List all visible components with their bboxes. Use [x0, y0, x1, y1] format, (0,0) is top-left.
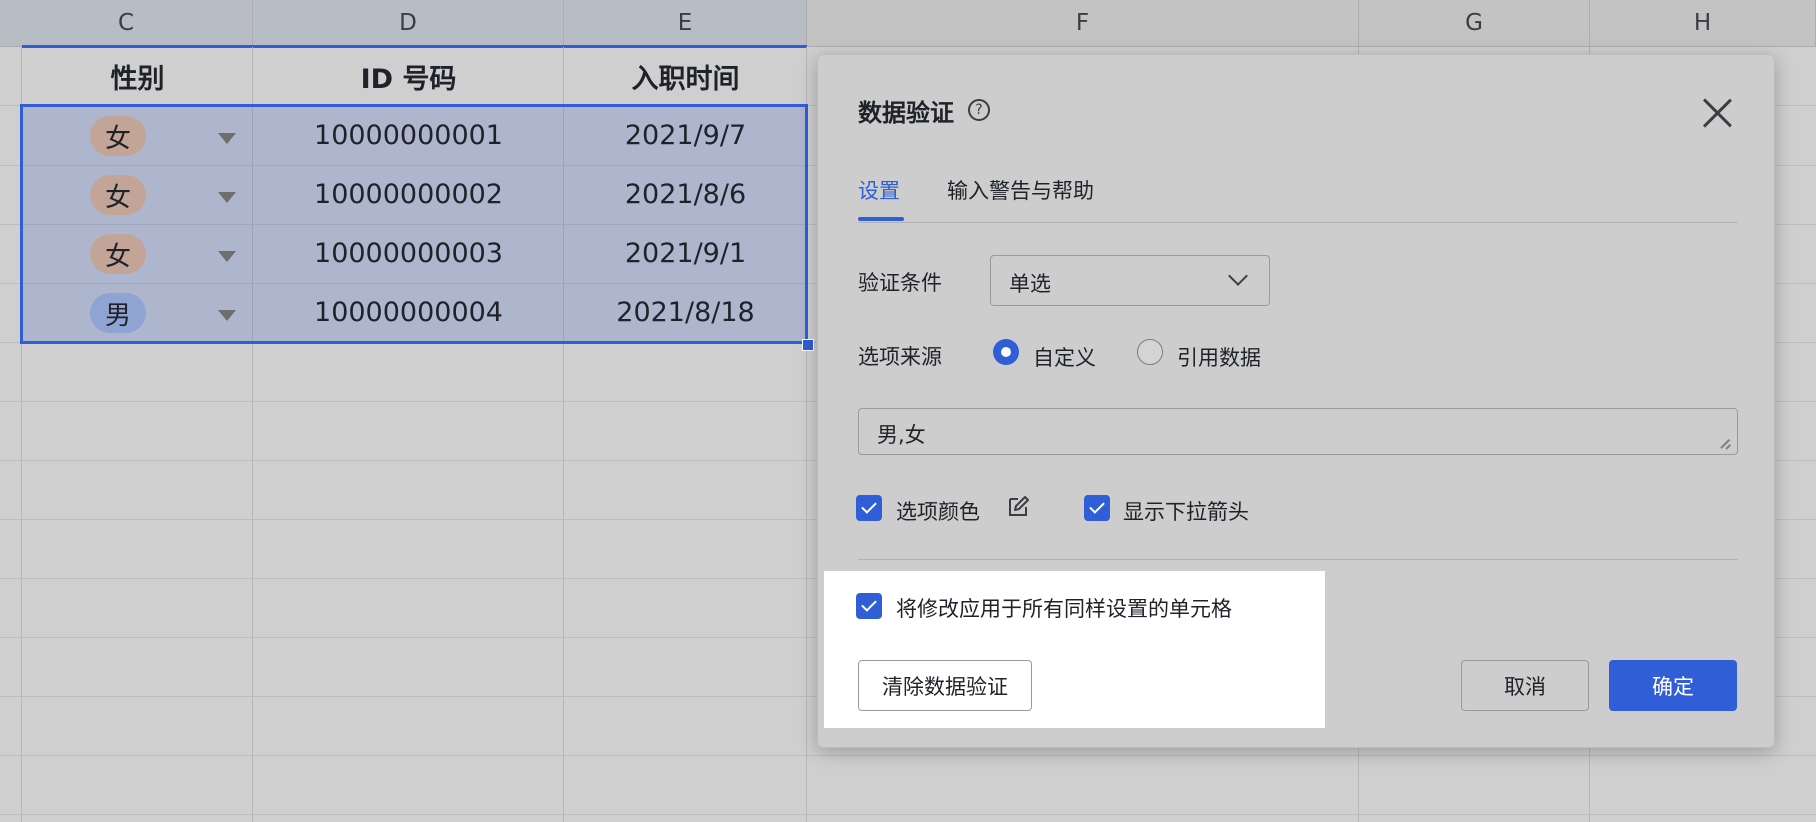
- option-color-label[interactable]: 选项颜色: [896, 496, 980, 526]
- column-header-g[interactable]: G: [1359, 0, 1590, 47]
- clear-validation-button[interactable]: 清除数据验证: [858, 660, 1032, 711]
- dropdown-arrow-icon[interactable]: [218, 192, 236, 203]
- tab-settings[interactable]: 设置: [858, 175, 900, 205]
- dialog-title: 数据验证: [858, 99, 954, 127]
- chevron-down-icon: [1228, 266, 1248, 286]
- header-cell-date[interactable]: 入职时间: [564, 48, 807, 105]
- condition-label: 验证条件: [858, 271, 942, 295]
- divider: [858, 559, 1738, 560]
- divider: [858, 222, 1738, 223]
- confirm-button[interactable]: 确定: [1609, 660, 1737, 711]
- option-tag-female[interactable]: 女: [90, 116, 146, 156]
- option-tag-female[interactable]: 女: [90, 175, 146, 215]
- tab-input-warning-help[interactable]: 输入警告与帮助: [947, 175, 1094, 205]
- table-cell-id[interactable]: 10000000004: [253, 283, 564, 342]
- column-letter: C: [117, 10, 135, 36]
- options-input[interactable]: 男,女: [858, 408, 1738, 455]
- condition-select[interactable]: 单选: [990, 255, 1270, 306]
- column-letter: E: [677, 10, 693, 36]
- close-icon[interactable]: [1701, 97, 1733, 129]
- gridline: [0, 814, 1816, 815]
- active-tab-indicator: [858, 217, 904, 221]
- table-cell-date[interactable]: 2021/9/1: [564, 224, 807, 283]
- condition-select-value: 单选: [1009, 272, 1051, 296]
- table-cell-date[interactable]: 2021/8/18: [564, 283, 807, 342]
- table-cell-id[interactable]: 10000000003: [253, 224, 564, 283]
- cancel-button[interactable]: 取消: [1461, 660, 1589, 711]
- radio-custom-label[interactable]: 自定义: [1033, 342, 1096, 372]
- column-header-h[interactable]: H: [1590, 0, 1816, 47]
- option-tag-male[interactable]: 男: [90, 293, 146, 333]
- options-input-value: 男,女: [877, 423, 926, 447]
- dropdown-arrow-icon[interactable]: [218, 251, 236, 262]
- column-letter: D: [399, 10, 417, 36]
- resize-grip-icon[interactable]: [1721, 438, 1731, 448]
- show-arrow-checkbox[interactable]: [1084, 495, 1110, 521]
- show-arrow-label[interactable]: 显示下拉箭头: [1123, 496, 1249, 526]
- apply-all-label[interactable]: 将修改应用于所有同样设置的单元格: [896, 593, 1232, 623]
- column-header-d[interactable]: D: [253, 0, 564, 47]
- apply-all-checkbox[interactable]: [856, 593, 882, 619]
- header-cell-gender[interactable]: 性别: [22, 48, 253, 105]
- table-cell-date[interactable]: 2021/8/6: [564, 165, 807, 224]
- table-cell-date[interactable]: 2021/9/7: [564, 106, 807, 165]
- column-header-f[interactable]: F: [807, 0, 1359, 47]
- radio-reference-data[interactable]: [1137, 339, 1163, 365]
- gridline: [0, 755, 1816, 756]
- option-color-checkbox[interactable]: [856, 495, 882, 521]
- source-label: 选项来源: [858, 345, 942, 369]
- dropdown-arrow-icon[interactable]: [218, 133, 236, 144]
- table-cell-id[interactable]: 10000000002: [253, 165, 564, 224]
- option-tag-female[interactable]: 女: [90, 234, 146, 274]
- data-validation-dialog: 数据验证 ? 设置 输入警告与帮助 验证条件 单选 选项来源 自定义 引用数据 …: [817, 54, 1775, 748]
- radio-reference-label[interactable]: 引用数据: [1177, 342, 1261, 372]
- edit-icon[interactable]: [1006, 495, 1030, 519]
- radio-custom[interactable]: [993, 339, 1019, 365]
- dropdown-arrow-icon[interactable]: [218, 310, 236, 321]
- question-circle-icon[interactable]: ?: [968, 99, 990, 121]
- column-letter: G: [1465, 10, 1483, 36]
- column-header-c[interactable]: C: [0, 0, 253, 47]
- column-letter: F: [1075, 10, 1090, 36]
- column-letter: H: [1693, 10, 1712, 36]
- table-cell-id[interactable]: 10000000001: [253, 106, 564, 165]
- header-cell-id[interactable]: ID 号码: [253, 48, 564, 105]
- column-header-e[interactable]: E: [564, 0, 807, 47]
